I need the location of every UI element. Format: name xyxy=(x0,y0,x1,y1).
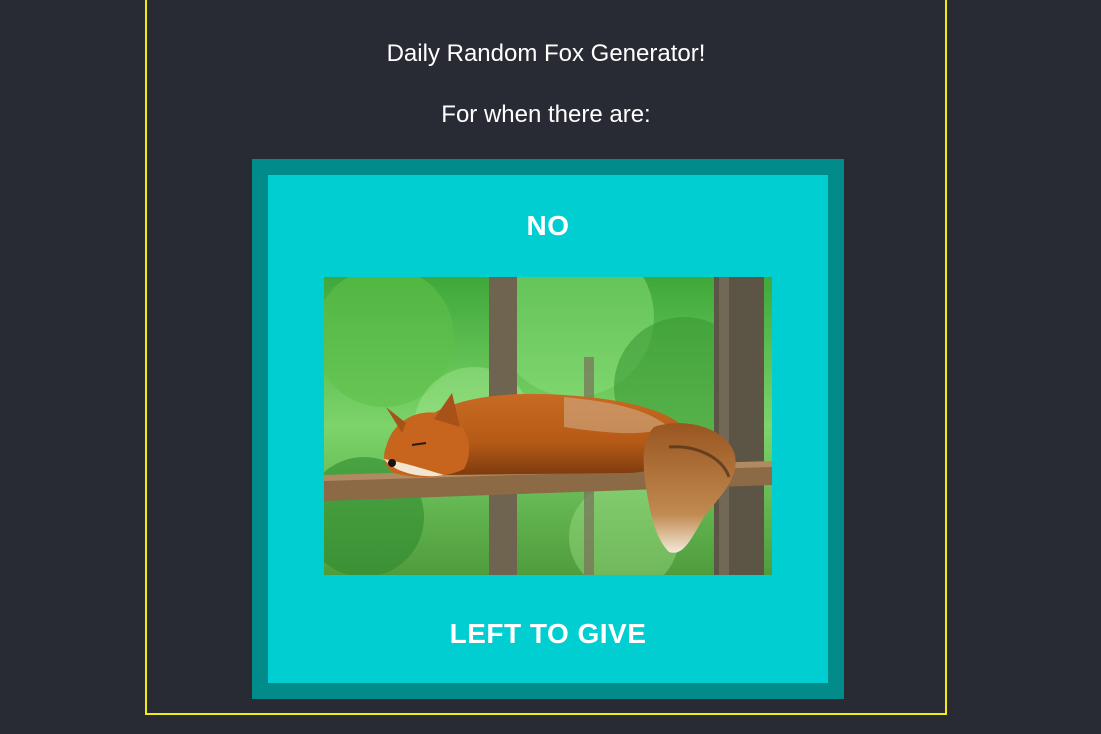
fox-card: NO LEFT TO GIVE xyxy=(252,159,844,699)
fox-image xyxy=(324,277,772,575)
card-top-label: NO xyxy=(526,210,570,241)
fox-card-inner: NO LEFT TO GIVE xyxy=(268,175,828,683)
page-subtitle: For when there are: xyxy=(441,101,651,128)
card-bottom-label: LEFT TO GIVE xyxy=(449,618,647,649)
page-title: Daily Random Fox Generator! xyxy=(386,40,706,67)
